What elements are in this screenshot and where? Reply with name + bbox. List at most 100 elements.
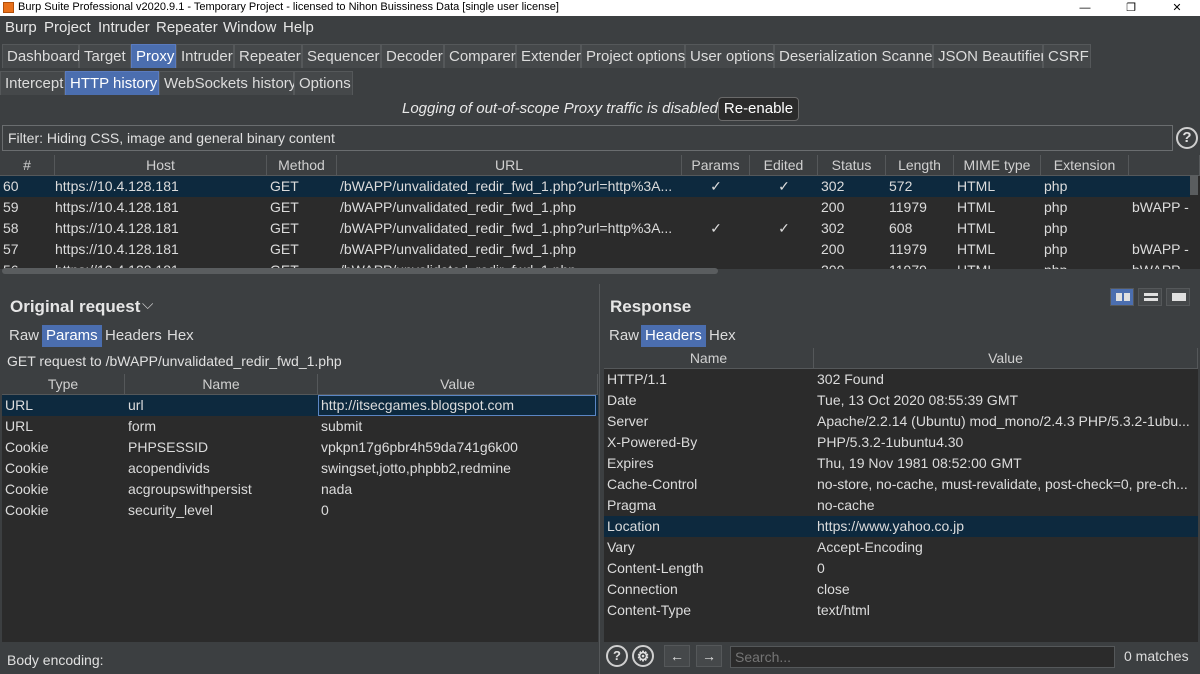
- maximize-button[interactable]: ❐: [1108, 0, 1154, 16]
- tab-comparer[interactable]: Comparer: [444, 44, 516, 68]
- history-row[interactable]: 58 https://10.4.128.181 GET /bWAPP/unval…: [0, 218, 1190, 239]
- close-button[interactable]: ✕: [1154, 0, 1200, 16]
- header-name: Connection: [607, 581, 678, 597]
- menu-repeater[interactable]: Repeater: [156, 19, 218, 36]
- header-row[interactable]: Connection close: [604, 579, 1198, 600]
- param-row[interactable]: URL form submit: [2, 416, 598, 437]
- tab-json-beautifier[interactable]: JSON Beautifier: [933, 44, 1046, 68]
- param-row[interactable]: Cookie security_level 0: [2, 500, 598, 521]
- tab-options[interactable]: Options: [294, 71, 353, 95]
- view-stacked-icon[interactable]: [1138, 288, 1162, 306]
- help-icon[interactable]: ?: [1176, 127, 1198, 149]
- previous-match-icon[interactable]: ←: [664, 645, 690, 667]
- filter-bar[interactable]: Filter: Hiding CSS, image and general bi…: [2, 125, 1173, 151]
- chevron-down-icon[interactable]: ⌵: [142, 296, 153, 313]
- col-number[interactable]: #: [0, 155, 55, 176]
- header-row[interactable]: Pragma no-cache: [604, 495, 1198, 516]
- response-tab-hex[interactable]: Hex: [705, 325, 740, 347]
- history-row[interactable]: 57 https://10.4.128.181 GET /bWAPP/unval…: [0, 239, 1190, 260]
- header-name: Expires: [607, 455, 654, 471]
- header-row[interactable]: Content-Type text/html: [604, 600, 1198, 621]
- col-extension[interactable]: Extension: [1041, 155, 1129, 176]
- header-row[interactable]: Server Apache/2.2.14 (Ubuntu) mod_mono/2…: [604, 411, 1198, 432]
- tab-deserialization-scanner[interactable]: Deserialization Scanner: [774, 44, 937, 68]
- col-header-name[interactable]: Name: [604, 348, 814, 369]
- menu-project[interactable]: Project: [44, 19, 91, 36]
- row-mime-type: HTML: [957, 220, 996, 236]
- settings-gear-icon[interactable]: ⚙: [632, 645, 654, 667]
- menu-burp[interactable]: Burp: [5, 19, 37, 36]
- param-row[interactable]: Cookie PHPSESSID vpkpn17g6pbr4h59da741g6…: [2, 437, 598, 458]
- header-row[interactable]: Location https://www.yahoo.co.jp: [604, 516, 1198, 537]
- param-type: URL: [5, 418, 34, 434]
- menu-help[interactable]: Help: [283, 19, 314, 36]
- row-extension: php: [1044, 241, 1068, 257]
- param-row[interactable]: URL url http://itsecgames.blogspot.com: [2, 395, 598, 416]
- param-name: acopendivids: [128, 460, 210, 476]
- pane-splitter[interactable]: [0, 276, 1200, 284]
- tab-websockets-history[interactable]: WebSockets history: [159, 71, 296, 95]
- history-row[interactable]: 59 https://10.4.128.181 GET /bWAPP/unval…: [0, 197, 1190, 218]
- col-method[interactable]: Method: [267, 155, 337, 176]
- request-tab-hex[interactable]: Hex: [163, 325, 198, 347]
- col-params[interactable]: Params: [682, 155, 750, 176]
- col-type[interactable]: Type: [2, 374, 125, 395]
- header-row[interactable]: Expires Thu, 19 Nov 1981 08:52:00 GMT: [604, 453, 1198, 474]
- header-row[interactable]: Content-Length 0: [604, 558, 1198, 579]
- tab-sequencer[interactable]: Sequencer: [302, 44, 381, 68]
- tab-extender[interactable]: Extender: [516, 44, 581, 68]
- vertical-splitter[interactable]: [599, 284, 603, 674]
- window-title-bar: Burp Suite Professional v2020.9.1 - Temp…: [0, 0, 1200, 16]
- minimize-button[interactable]: —: [1062, 0, 1108, 16]
- header-row[interactable]: Cache-Control no-store, no-cache, must-r…: [604, 474, 1198, 495]
- history-vertical-scrollbar[interactable]: [1190, 175, 1198, 195]
- row-mime-type: HTML: [957, 178, 996, 194]
- response-panel-title: Response: [610, 297, 692, 316]
- row-mime-type: HTML: [954, 260, 1041, 269]
- header-row[interactable]: X-Powered-By PHP/5.3.2-1ubuntu4.30: [604, 432, 1198, 453]
- tab-http-history[interactable]: HTTP history: [65, 71, 159, 95]
- next-match-icon[interactable]: →: [696, 645, 722, 667]
- col-host[interactable]: Host: [55, 155, 267, 176]
- history-row[interactable]: 60 https://10.4.128.181 GET /bWAPP/unval…: [0, 176, 1190, 197]
- re-enable-button[interactable]: Re-enable: [718, 97, 799, 121]
- tab-repeater[interactable]: Repeater: [234, 44, 302, 68]
- col-status[interactable]: Status: [818, 155, 886, 176]
- col-url[interactable]: URL: [337, 155, 682, 176]
- request-tab-params[interactable]: Params: [42, 325, 102, 347]
- view-side-by-side-icon[interactable]: [1110, 288, 1134, 306]
- param-name: PHPSESSID: [128, 439, 209, 455]
- view-single-icon[interactable]: [1166, 288, 1190, 306]
- tab-user-options[interactable]: User options: [685, 44, 774, 68]
- menu-intruder[interactable]: Intruder: [98, 19, 150, 36]
- history-horizontal-scrollbar[interactable]: [2, 268, 718, 274]
- help-icon[interactable]: ?: [606, 645, 628, 667]
- tab-intercept[interactable]: Intercept: [0, 71, 65, 95]
- request-tab-raw[interactable]: Raw: [5, 325, 43, 347]
- response-tab-raw[interactable]: Raw: [605, 325, 643, 347]
- param-row[interactable]: Cookie acopendivids swingset,jotto,phpbb…: [2, 458, 598, 479]
- col-edited[interactable]: Edited: [750, 155, 818, 176]
- param-row[interactable]: Cookie acgroupswithpersist nada: [2, 479, 598, 500]
- col-length[interactable]: Length: [886, 155, 954, 176]
- tab-decoder[interactable]: Decoder: [381, 44, 444, 68]
- tab-target[interactable]: Target: [79, 44, 131, 68]
- tab-dashboard[interactable]: Dashboard: [2, 44, 80, 68]
- col-name[interactable]: Name: [125, 374, 318, 395]
- header-row[interactable]: Date Tue, 13 Oct 2020 08:55:39 GMT: [604, 390, 1198, 411]
- request-tab-headers[interactable]: Headers: [101, 325, 166, 347]
- tab-csrf[interactable]: CSRF: [1043, 44, 1091, 68]
- menu-window[interactable]: Window: [223, 19, 276, 36]
- param-value[interactable]: http://itsecgames.blogspot.com: [318, 395, 596, 416]
- response-search-input[interactable]: [730, 646, 1115, 668]
- response-tab-headers[interactable]: Headers: [641, 325, 706, 347]
- col-mime-type[interactable]: MIME type: [954, 155, 1041, 176]
- header-row[interactable]: HTTP/1.1 302 Found: [604, 369, 1198, 390]
- col-title[interactable]: [1129, 155, 1200, 176]
- header-row[interactable]: Vary Accept-Encoding: [604, 537, 1198, 558]
- tab-project-options[interactable]: Project options: [581, 44, 685, 68]
- tab-proxy[interactable]: Proxy: [131, 44, 176, 68]
- col-value[interactable]: Value: [318, 374, 598, 395]
- tab-intruder[interactable]: Intruder: [176, 44, 234, 68]
- col-header-value[interactable]: Value: [814, 348, 1198, 369]
